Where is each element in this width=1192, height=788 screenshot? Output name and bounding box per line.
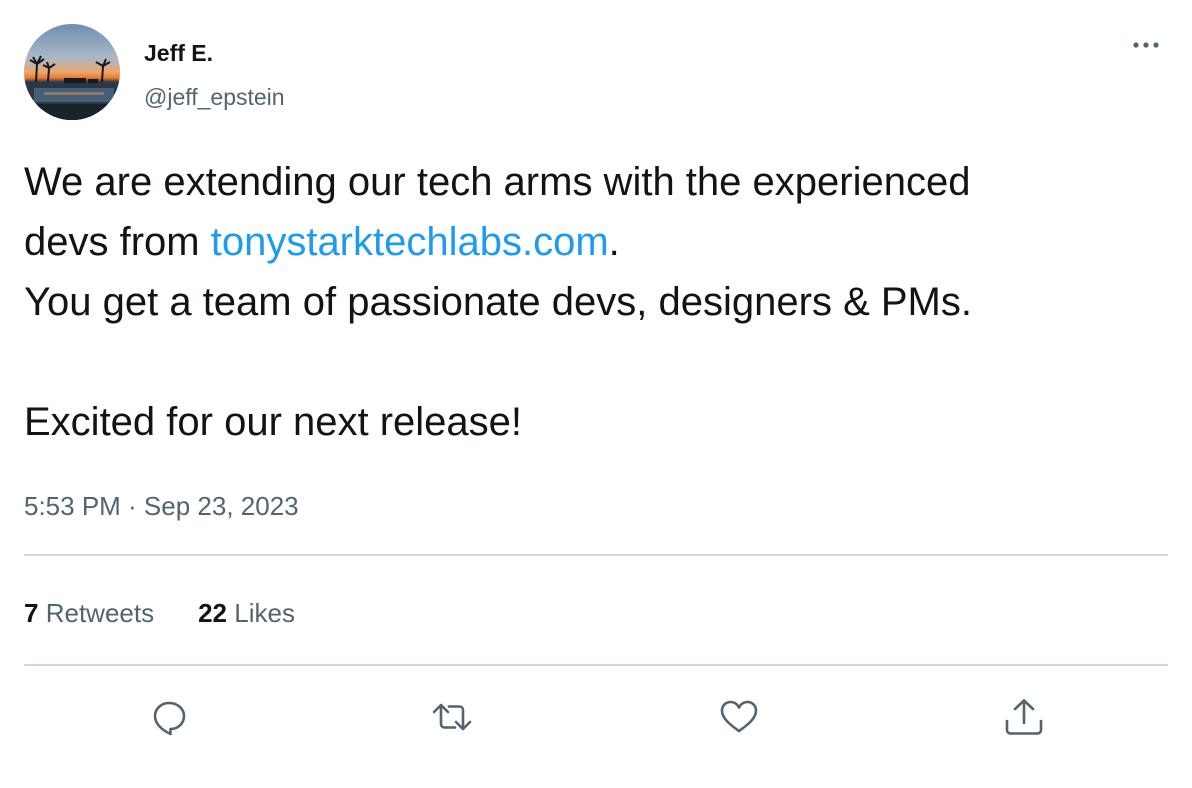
display-name[interactable]: Jeff E. [144, 38, 213, 68]
retweets-stat[interactable]: 7 Retweets [24, 595, 154, 631]
heart-icon[interactable] [716, 694, 762, 740]
likes-count: 22 [198, 598, 228, 628]
likes-label: Likes [234, 598, 295, 628]
avatar[interactable] [24, 24, 120, 120]
tweet-card: Jeff E. @jeff_epstein We are extending o… [0, 0, 1192, 788]
user-handle[interactable]: @jeff_epstein [144, 82, 285, 112]
tweet-line-3: You get a team of passionate devs, desig… [24, 280, 972, 324]
divider-bottom [24, 664, 1168, 666]
more-icon[interactable] [1126, 30, 1166, 60]
tweet-line-2-suffix: . [608, 220, 620, 264]
retweets-label: Retweets [45, 598, 155, 628]
tweet-text: We are extending our tech arms with the … [24, 152, 1164, 452]
avatar-sunset-image [24, 24, 120, 120]
tweet-timestamp[interactable]: 5:53 PM · Sep 23, 2023 [24, 488, 299, 524]
reply-icon[interactable] [146, 694, 192, 740]
retweets-count: 7 [24, 598, 39, 628]
share-icon[interactable] [1001, 694, 1047, 740]
tweet-line-2: devs from tonystarktechlabs.com. [24, 212, 1164, 272]
tweet-link[interactable]: tonystarktechlabs.com [211, 220, 609, 264]
divider-top [24, 554, 1168, 556]
likes-stat[interactable]: 22 Likes [198, 595, 295, 631]
engagement-stats: 7 Retweets 22 Likes [24, 595, 295, 631]
tweet-line-1: We are extending our tech arms with the … [24, 160, 971, 204]
tweet-line-2-prefix: devs from [24, 220, 211, 264]
retweet-icon[interactable] [429, 694, 475, 740]
tweet-line-4: Excited for our next release! [24, 400, 523, 444]
